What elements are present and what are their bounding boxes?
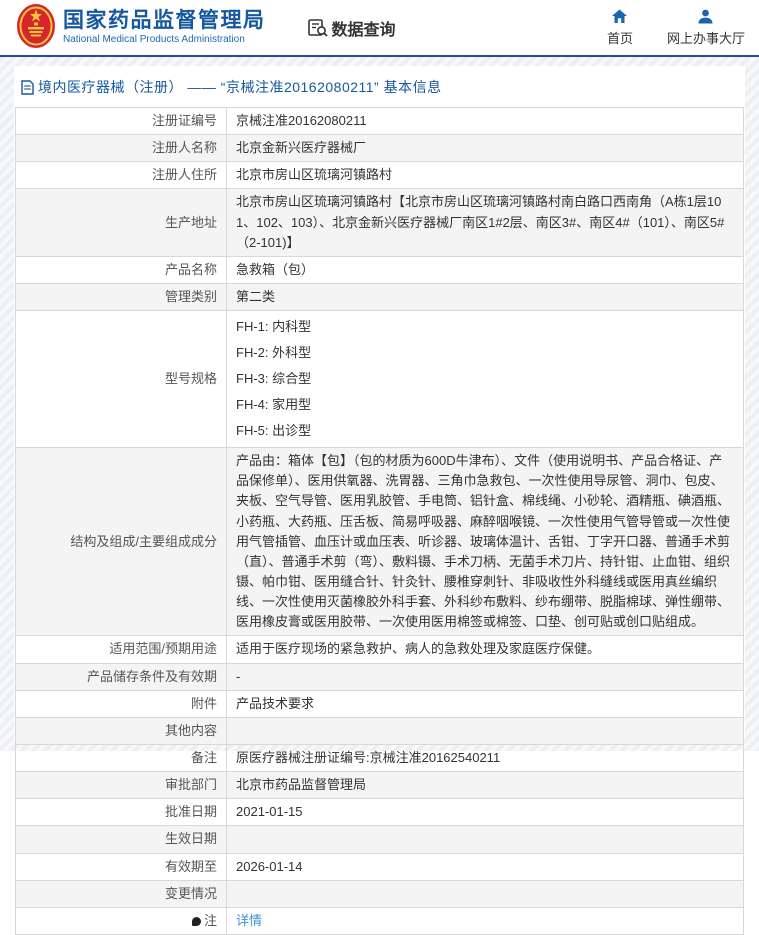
document-icon (21, 79, 34, 95)
table-row: 备注 原医疗器械注册证编号:京械注准20162540211 (15, 743, 744, 773)
nav-home-label: 首页 (606, 30, 633, 46)
model-spec-line: FH-3: 综合型 (236, 371, 312, 387)
field-value: 产品技术要求 (226, 689, 744, 718)
nav-service-hall[interactable]: 网上办事大厅 (667, 9, 745, 47)
table-row: 管理类别 第二类 (15, 282, 744, 312)
table-row: 适用范围/预期用途 适用于医疗现场的紧急救护、病人的急救处理及家庭医疗保健。 (15, 635, 744, 664)
field-label: 产品名称 (15, 255, 227, 284)
field-label: 其他内容 (15, 716, 227, 745)
model-spec-line: FH-5: 出诊型 (236, 423, 312, 439)
note-icon (191, 916, 201, 926)
field-value: - (226, 662, 744, 691)
table-row: 生产地址 北京市房山区琉璃河镇路村【北京市房山区琉璃河镇路村南白路口西南角（A栋1… (15, 188, 744, 257)
table-row: 变更情况 (15, 879, 744, 908)
field-label: 适用范围/预期用途 (15, 635, 227, 664)
table-row: 注册证编号 京械注准20162080211 (15, 106, 744, 136)
national-emblem-icon (16, 3, 56, 49)
nav-home[interactable]: 首页 (607, 9, 633, 47)
table-row: 产品储存条件及有效期 - (15, 662, 744, 691)
breadcrumb: 境内医疗器械（注册） —— “京械注准20162080211” 基本信息 (15, 66, 744, 107)
field-label: 注册人名称 (15, 134, 227, 163)
brand-title: 国家药品监督管理局 (63, 9, 266, 32)
field-label: 管理类别 (15, 282, 227, 312)
data-query-icon (307, 18, 328, 37)
table-row: 型号规格 FH-1: 内科型 FH-2: 外科型 FH-3: 综合型 FH-4: 家用型… (15, 310, 744, 449)
table-row: 产品名称 急救箱（包） (15, 255, 744, 284)
field-value: 北京市房山区琉璃河镇路村【北京市房山区琉璃河镇路村南白路口西南角（A栋1层101… (226, 188, 744, 257)
table-row: 注册人名称 北京金新兴医疗器械厂 (15, 134, 744, 163)
field-value: 适用于医疗现场的紧急救护、病人的急救处理及家庭医疗保健。 (226, 635, 744, 664)
brand-subtitle: National Medical Products Administration (63, 34, 245, 45)
data-query-label: 数据查询 (331, 21, 396, 39)
field-label: 生产地址 (15, 188, 227, 257)
field-label: 附件 (15, 689, 227, 718)
field-label: 审批部门 (15, 771, 227, 800)
field-label: 注册证编号 (15, 106, 227, 136)
field-value: 京械注准20162080211 (226, 106, 744, 136)
field-value: 急救箱（包） (226, 255, 744, 284)
table-row: 附件 产品技术要求 (15, 689, 744, 718)
info-table-body: 注册证编号 京械注准20162080211 注册人名称 北京金新兴医疗器械厂 注册人住所… (15, 106, 744, 935)
table-row: 有效期至 2026-01-14 (15, 852, 744, 881)
table-row: 生效日期 (15, 825, 744, 854)
breadcrumb-text: 境内医疗器械（注册） —— “京械注准20162080211” 基本信息 (38, 79, 442, 95)
field-label: 备注 (15, 743, 227, 773)
field-label: 有效期至 (15, 852, 227, 881)
field-value: 北京市药品监督管理局 (226, 771, 744, 800)
data-query-tab[interactable]: 数据查询 (307, 16, 396, 40)
field-value: 产品由：箱体【包】（包的材质为600D牛津布）、文件（使用说明书、产品合格证、产… (226, 447, 744, 637)
brand-logo[interactable]: 国家药品监督管理局 National Medical Products Admi… (16, 3, 266, 49)
field-label: 注 (15, 906, 227, 935)
table-row: 审批部门 北京市药品监督管理局 (15, 771, 744, 800)
field-value (226, 879, 744, 908)
registration-info-table: 注册证编号 京械注准20162080211 注册人名称 北京金新兴医疗器械厂 注册人住所… (15, 106, 744, 935)
field-value: 北京金新兴医疗器械厂 (226, 134, 744, 163)
nav-service-hall-label: 网上办事大厅 (666, 30, 745, 46)
field-value (226, 716, 744, 745)
field-label: 注册人住所 (15, 161, 227, 190)
table-row: 批准日期 2021-01-15 (15, 798, 744, 827)
content-panel: 境内医疗器械（注册） —— “京械注准20162080211” 基本信息 注册证… (14, 66, 745, 935)
model-spec-line: FH-4: 家用型 (236, 397, 312, 413)
field-value: 第二类 (226, 282, 744, 312)
home-icon (611, 9, 628, 24)
top-nav: 首页 网上办事大厅 (607, 9, 745, 47)
field-value: 原医疗器械注册证编号:京械注准20162540211 (226, 743, 744, 773)
field-value: FH-1: 内科型 FH-2: 外科型 FH-3: 综合型 FH-4: 家用型 FH-5… (226, 310, 744, 449)
field-label: 产品储存条件及有效期 (15, 662, 227, 691)
field-label: 变更情况 (15, 879, 227, 908)
detail-link[interactable]: 详情 (236, 913, 262, 928)
header: 国家药品监督管理局 National Medical Products Admi… (0, 0, 759, 55)
user-icon (697, 9, 714, 24)
field-value: 2026-01-14 (226, 852, 744, 881)
field-value: 北京市房山区琉璃河镇路村 (226, 161, 744, 190)
field-value: 详情 (226, 906, 744, 935)
table-row: 其他内容 (15, 716, 744, 745)
field-value: 2021-01-15 (226, 798, 744, 827)
field-label: 型号规格 (15, 310, 227, 449)
model-spec-line: FH-2: 外科型 (236, 345, 312, 361)
page-background: 境内医疗器械（注册） —— “京械注准20162080211” 基本信息 注册证… (0, 57, 759, 935)
model-spec-line: FH-1: 内科型 (236, 319, 312, 335)
table-row: 结构及组成/主要组成成分 产品由：箱体【包】（包的材质为600D牛津布）、文件（使… (15, 447, 744, 637)
field-label: 批准日期 (15, 798, 227, 827)
field-value (226, 825, 744, 854)
table-row: 注册人住所 北京市房山区琉璃河镇路村 (15, 161, 744, 190)
field-label: 生效日期 (15, 825, 227, 854)
field-label: 结构及组成/主要组成成分 (15, 447, 227, 637)
table-row: 注详情 (15, 906, 744, 935)
